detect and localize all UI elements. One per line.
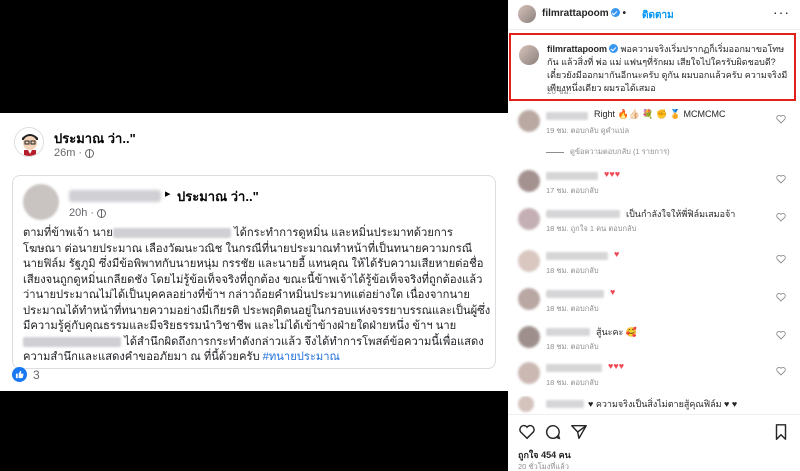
verified-badge-icon [609,44,619,53]
public-globe-icon [85,148,95,158]
facebook-post-card: ประมาณ ว่า.." 26m · ▸ ประมาณ ว่า.." 20h … [0,113,508,391]
share-send-icon[interactable] [570,423,588,441]
sharer-name-redacted [69,190,161,202]
comment-row: Right 🔥👍🏻 💐 ✊ 🏅 MCMCMC 19 ชม. ตอบกลับ ดู… [508,108,800,144]
public-globe-icon [97,208,107,218]
post-date: 20 ชั่วโมงที่แล้ว [518,462,569,471]
commenter-name-redacted[interactable] [546,364,602,372]
shared-meta: 20h · [69,207,107,219]
comment-row: ♥♥♥ 18 ชม. ตอบกลับ [508,360,800,396]
profile-avatar[interactable] [518,5,536,23]
profile-username[interactable]: filmrattapoom • [542,8,626,19]
ig-header: filmrattapoom • ติดตาม ··· [508,0,800,30]
comment-row: เป็นกำลังใจให้พี่ฟิล์มเสมอจ้า 18 ชม. ถูก… [508,206,800,242]
caption-username[interactable]: filmrattapoom [547,44,607,54]
like-reaction-icon [12,367,27,382]
like-heart-icon[interactable] [776,292,786,302]
commenter-name-redacted[interactable] [546,112,588,120]
comment-row: ♥♥♥ 17 ชม. ตอบกลับ [508,168,800,204]
commenter-avatar[interactable] [518,326,540,348]
caption-highlight-box: filmrattapoom พอความจริงเริ่มปรากฏก็เริ่… [509,33,796,101]
commenter-avatar[interactable] [518,250,540,272]
comment-text: ♥♥♥ [604,169,621,179]
caption-time: 20 ชม. [547,87,572,96]
commenter-name-redacted[interactable] [546,252,608,260]
screenshot-root: ประมาณ ว่า.." 26m · ▸ ประมาณ ว่า.." 20h … [0,0,800,471]
comment-text: เป็นกำลังใจให้พี่ฟิล์มเสมอจ้า [626,209,736,219]
commenter-avatar[interactable] [518,110,540,132]
cartoon-avatar-icon [15,128,43,156]
like-heart-icon[interactable] [776,254,786,264]
comment-meta[interactable]: 18 ชม. ตอบกลับ [546,265,599,277]
follow-button[interactable]: ติดตาม [642,8,674,23]
verified-badge-icon [610,8,620,17]
commenter-avatar[interactable] [518,288,540,310]
commenter-avatar[interactable] [518,170,540,192]
like-heart-icon[interactable] [776,330,786,340]
comment-row: ♥ ความจริงเป็นสิ่งไม่ตายสู้คุณฟิล์ม ♥ ♥ [508,396,800,414]
page-avatar[interactable] [14,127,44,157]
commenter-name-redacted[interactable] [546,210,620,218]
like-heart-icon[interactable] [776,212,786,222]
post-time[interactable]: 26m [54,147,75,159]
redacted-name [23,336,121,347]
comment-meta[interactable]: 19 ชม. ตอบกลับ ดูคำแปล [546,125,629,137]
caption-avatar[interactable] [519,45,539,65]
post-meta: 26m · [54,147,95,159]
comment-text: ♥ ความจริงเป็นสิ่งไม่ตายสู้คุณฟิล์ม ♥ ♥ [588,399,738,409]
share-arrow-icon: ▸ [165,188,171,200]
like-heart-icon[interactable] [776,174,786,184]
shared-time[interactable]: 20h [69,207,87,219]
comment-meta[interactable]: 18 ชม. ตอบกลับ [546,341,599,353]
like-heart-icon[interactable] [776,114,786,124]
page-name[interactable]: ประมาณ ว่า.." [54,128,136,149]
instagram-post-panel: filmrattapoom • ติดตาม ··· filmrattapoom… [508,0,800,471]
comment-meta[interactable]: 18 ชม. ตอบกลับ [546,303,599,315]
comment-row: สู้นะคะ 🥰 18 ชม. ตอบกลับ [508,324,800,360]
like-heart-icon[interactable] [518,423,536,441]
more-options-icon[interactable]: ··· [773,4,790,20]
comment-meta[interactable]: 18 ชม. ตอบกลับ [546,377,599,389]
comment-bubble-icon[interactable] [544,423,562,441]
shared-post: ▸ ประมาณ ว่า.." 20h · ตามที่ข้าพเจ้า นาย… [12,175,496,369]
redacted-name [112,228,231,239]
body-text: ได้กระทำการดูหมิ่น และหมิ่นประมาทด้วยการ… [23,227,491,332]
commenter-name-redacted[interactable] [546,290,604,298]
comment-text: ♥♥♥ [608,361,625,371]
comment-text: สู้นะคะ 🥰 [596,327,638,337]
bookmark-icon[interactable] [772,423,790,441]
hashtag-link[interactable]: #ทนายประมาณ [263,351,340,363]
shared-post-body: ตามที่ข้าพเจ้า นาย ได้กระทำการดูหมิ่น แล… [23,226,491,366]
like-heart-icon[interactable] [776,366,786,376]
commenter-name-redacted[interactable] [546,328,590,336]
comment-text: ♥ [614,249,620,259]
caption-text: filmrattapoom พอความจริงเริ่มปรากฏก็เริ่… [547,43,793,95]
shared-group-name[interactable]: ประมาณ ว่า.." [177,186,259,207]
comment-text: Right 🔥👍🏻 💐 ✊ 🏅 MCMCMC [594,109,726,119]
commenter-avatar[interactable] [518,362,540,384]
view-replies-link[interactable]: ดูข้อความตอบกลับ (1 รายการ) [546,146,670,158]
likes-count[interactable]: ถูกใจ 454 คน [518,448,571,462]
comment-meta[interactable]: 18 ชม. ถูกใจ 1 คน ตอบกลับ [546,223,636,235]
body-text: ตามที่ข้าพเจ้า นาย [23,227,113,239]
ig-action-bar: ถูกใจ 454 คน 20 ชั่วโมงที่แล้ว [508,414,800,471]
commenter-name-redacted[interactable] [546,400,584,408]
commenter-avatar[interactable] [518,396,534,412]
comment-row: ♥ 18 ชม. ตอบกลับ [508,286,800,322]
sharer-avatar-blurred [23,184,59,220]
like-count: 3 [33,367,40,382]
comment-row: ♥ 18 ชม. ตอบกลับ [508,248,800,284]
commenter-name-redacted[interactable] [546,172,598,180]
comment-text: ♥ [610,287,616,297]
comment-meta[interactable]: 17 ชม. ตอบกลับ [546,185,599,197]
reaction-summary[interactable]: 3 [12,367,40,382]
commenter-avatar[interactable] [518,208,540,230]
